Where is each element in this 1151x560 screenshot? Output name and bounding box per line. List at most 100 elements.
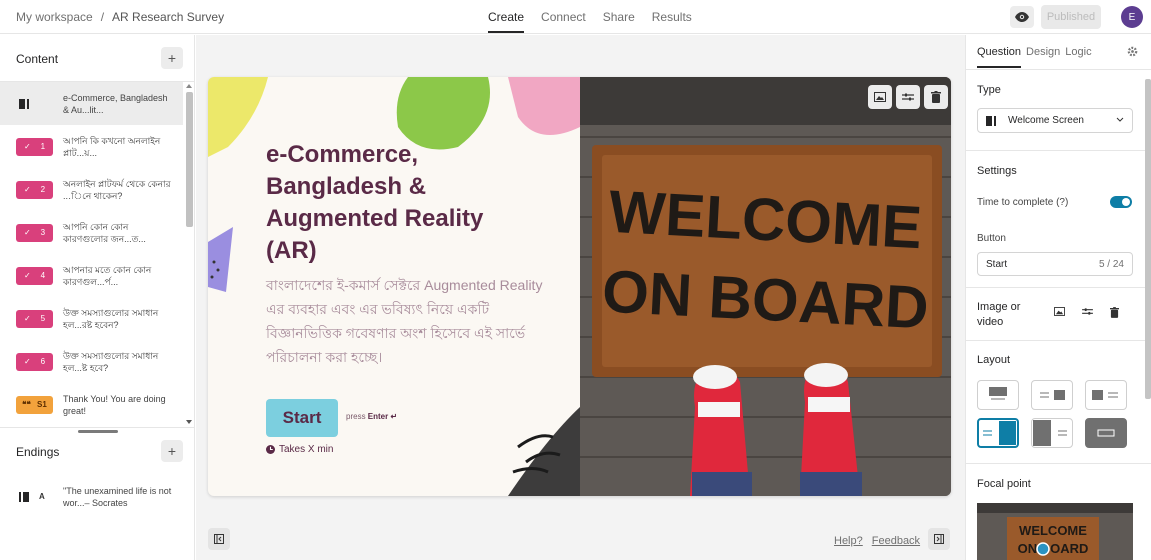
endings-title: Endings (16, 445, 60, 459)
list-item-text: উক্ত সমস্যাগুলোর সমাধান হল...রষ্ট হবেন? (63, 307, 159, 330)
list-item-q6[interactable]: ✓ 6 উক্ত সমস্যাগুলোর সমাধান হল...ষ্ট হবে? (0, 340, 183, 383)
image-icon[interactable] (1054, 307, 1065, 316)
editor-canvas: e-Commerce, Bangladesh & Augmented Reali… (196, 35, 965, 560)
welcome-screen-preview[interactable]: e-Commerce, Bangladesh & Augmented Reali… (208, 77, 951, 496)
list-item-q4[interactable]: ✓ 4 আপনার মতে কোন কোন কারণগুল...র্প... (0, 254, 183, 297)
clock-icon (266, 445, 275, 454)
check-icon: ✓ (23, 356, 31, 366)
time-to-complete-toggle[interactable] (1110, 196, 1132, 208)
breadcrumb-workspace[interactable]: My workspace (16, 10, 93, 24)
add-content-button[interactable]: + (161, 47, 183, 69)
delete-image-button[interactable] (924, 85, 948, 109)
add-ending-button[interactable]: + (161, 440, 183, 462)
welcome-description[interactable]: বাংলাদেশের ই-কমার্স সেক্টরে Augmented Re… (266, 273, 556, 369)
list-item-ending-a[interactable]: A "The unexamined life is not wor...– So… (0, 475, 183, 518)
top-bar: My workspace / AR Research Survey Create Co… (0, 0, 1151, 34)
start-button[interactable]: Start (266, 399, 338, 437)
scroll-up-icon[interactable] (186, 84, 192, 88)
ending-badge: A (16, 488, 53, 506)
settings-scrollbar[interactable] (1145, 79, 1151, 399)
collapse-left-panel-button[interactable] (208, 528, 230, 550)
preview-button[interactable] (1010, 6, 1034, 28)
layout-top-icon (989, 387, 1007, 400)
breadcrumb-separator: / (100, 10, 105, 24)
list-item-text: আপনি কোন কোন কারণগুলোর জন...ত... (63, 221, 146, 244)
check-icon: ✓ (23, 227, 31, 237)
list-item-s1[interactable]: ❝❝ S1 Thank You! You are doing great! (0, 383, 183, 426)
question-list: e-Commerce, Bangladesh & Au...lit... ✓ 1 … (0, 82, 183, 427)
focal-point-label: Focal point (977, 478, 1031, 490)
tab-connect[interactable]: Connect (541, 10, 586, 31)
divider (966, 463, 1151, 464)
type-value: Welcome Screen (1008, 115, 1084, 126)
layout-option-split-right[interactable] (977, 418, 1019, 448)
help-link[interactable]: Help? (834, 535, 863, 547)
tab-logic[interactable]: Logic (1065, 46, 1091, 66)
press-enter-hint: press Enter ↵ (346, 412, 397, 421)
list-item-text: অনলাইন প্লাটফর্ম থেকে কেনার ...িনে থাকেন… (63, 178, 171, 201)
gear-icon[interactable] (1127, 46, 1138, 57)
settings-label: Settings (977, 165, 1017, 177)
layout-option-right-media[interactable] (1031, 380, 1073, 410)
tab-question[interactable]: Question (977, 46, 1022, 68)
tab-design[interactable]: Design (1026, 46, 1060, 66)
replace-image-button[interactable] (868, 85, 892, 109)
tab-create[interactable]: Create (488, 10, 525, 33)
image-video-label: Image or video (977, 301, 1021, 328)
layout-background-icon (1097, 429, 1115, 437)
statement-number: S1 (37, 399, 47, 409)
welcome-image[interactable]: WELCOME ON BOARD (580, 77, 951, 496)
list-item-welcome[interactable]: e-Commerce, Bangladesh & Au...lit... (0, 82, 183, 125)
list-item-q2[interactable]: ✓ 2 অনলাইন প্লাটফর্ম থেকে কেনার ...িনে থা… (0, 168, 183, 211)
collapse-right-panel-button[interactable] (928, 528, 950, 550)
trash-icon[interactable] (1110, 307, 1119, 318)
type-label: Type (977, 84, 1001, 96)
layout-option-top-media[interactable] (977, 380, 1019, 410)
image-tools (1054, 307, 1119, 318)
question-number: 2 (40, 184, 46, 194)
list-item-q1[interactable]: ✓ 1 আপনি কি কখনো অনলাইন প্লাট...য়... (0, 125, 183, 168)
focal-text-onboard: ON BOARD (1018, 541, 1089, 556)
layout-option-left-media[interactable] (1085, 380, 1127, 410)
avatar[interactable]: E (1121, 6, 1143, 28)
question-badge: ✓ 6 (16, 352, 53, 371)
button-text-field[interactable]: Start 5 / 24 (977, 252, 1133, 276)
ending-letter: A (39, 491, 45, 501)
layout-label: Layout (977, 354, 1011, 366)
layout-option-background[interactable] (1085, 418, 1127, 448)
tab-results[interactable]: Results (652, 10, 692, 31)
focal-point-preview[interactable]: WELCOME ON BOARD (977, 503, 1133, 560)
sliders-icon[interactable] (1082, 307, 1093, 316)
divider (0, 427, 195, 428)
image-icon (874, 92, 886, 102)
plus-icon: + (167, 50, 177, 66)
breadcrumb: My workspace / AR Research Survey (16, 10, 224, 24)
help-links: Help? Feedback (834, 535, 929, 547)
feedback-link[interactable]: Feedback (872, 535, 920, 547)
welcome-badge (16, 95, 53, 113)
tab-share[interactable]: Share (603, 10, 635, 31)
publish-button[interactable]: Published (1041, 5, 1101, 29)
layout-option-split-left[interactable] (1031, 418, 1073, 448)
list-item-text: আপনার মতে কোন কোন কারণগুল...র্প... (63, 264, 152, 287)
question-badge: ✓ 1 (16, 137, 53, 156)
layout-split-right-icon (983, 421, 1016, 445)
layout-right-icon (1040, 390, 1065, 400)
scroll-down-icon[interactable] (186, 420, 192, 424)
focal-text-welcome: WELCOME (1019, 523, 1087, 538)
breadcrumb-form[interactable]: AR Research Survey (112, 10, 224, 24)
welcome-screen-icon (986, 115, 996, 126)
resize-handle[interactable] (78, 430, 118, 433)
content-title: Content (16, 52, 59, 66)
list-item-q3[interactable]: ✓ 3 আপনি কোন কোন কারণগুলোর জন...ত... (0, 211, 183, 254)
focal-thumbnail: WELCOME ON BOARD (977, 503, 1133, 560)
welcome-title[interactable]: e-Commerce, Bangladesh & Augmented Reali… (266, 139, 506, 267)
image-settings-button[interactable] (896, 85, 920, 109)
type-select[interactable]: Welcome Screen (977, 108, 1133, 133)
list-item-q5[interactable]: ✓ 5 উক্ত সমস্যাগুলোর সমাধান হল...রষ্ট হবে… (0, 297, 183, 340)
question-badge: ✓ 5 (16, 309, 53, 328)
time-to-complete: Takes X min (266, 444, 333, 455)
list-scrollbar[interactable] (183, 82, 195, 427)
scroll-thumb[interactable] (186, 92, 193, 227)
list-item-text: Thank You! You are doing great! (63, 393, 166, 416)
